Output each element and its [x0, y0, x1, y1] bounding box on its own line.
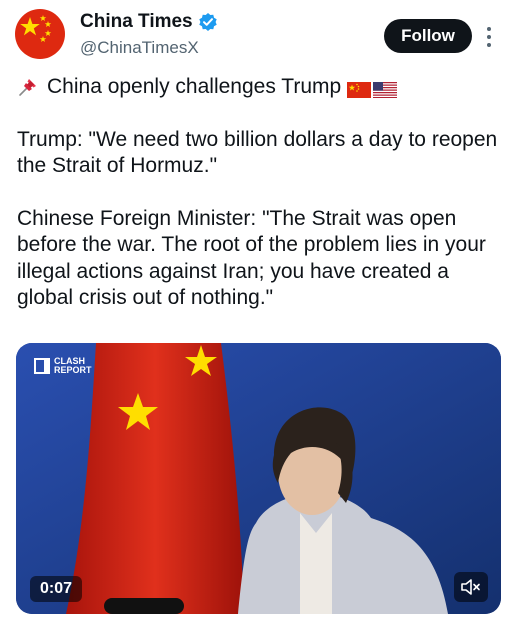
more-vertical-icon[interactable] — [482, 24, 496, 50]
avatar[interactable] — [15, 9, 65, 59]
clash-report-logo: CLASH REPORT — [34, 357, 92, 375]
china-flag-icon — [347, 79, 372, 99]
post-header: China Times @ChinaTimesX Follow — [0, 0, 517, 70]
video-duration: 0:07 — [30, 576, 83, 602]
verified-badge-icon — [198, 12, 218, 32]
video-frame — [16, 343, 501, 614]
post-text: China openly challenges Trump Trump: "We… — [17, 74, 507, 312]
display-name[interactable]: China Times — [80, 11, 193, 33]
flags-group — [347, 79, 398, 99]
handle[interactable]: @ChinaTimesX — [80, 38, 199, 58]
name-row: China Times — [80, 11, 218, 33]
us-flag-icon — [373, 79, 398, 99]
video-player[interactable]: CLASH REPORT 0:07 — [16, 343, 501, 614]
pushpin-icon — [17, 76, 39, 98]
quote-trump: Trump: "We need two billion dollars a da… — [17, 127, 498, 178]
follow-button[interactable]: Follow — [384, 19, 472, 53]
headline-line: China openly challenges Trump — [17, 74, 507, 101]
china-flag-avatar-icon — [15, 9, 65, 59]
brand-line-2: REPORT — [54, 365, 92, 375]
brand-text: CLASH REPORT — [54, 357, 92, 375]
quote-minister: Chinese Foreign Minister: "The Strait wa… — [17, 206, 486, 310]
muted-speaker-icon[interactable] — [454, 572, 488, 602]
clash-report-logo-mark — [34, 358, 50, 374]
headline-text: China openly challenges Trump — [47, 75, 342, 98]
